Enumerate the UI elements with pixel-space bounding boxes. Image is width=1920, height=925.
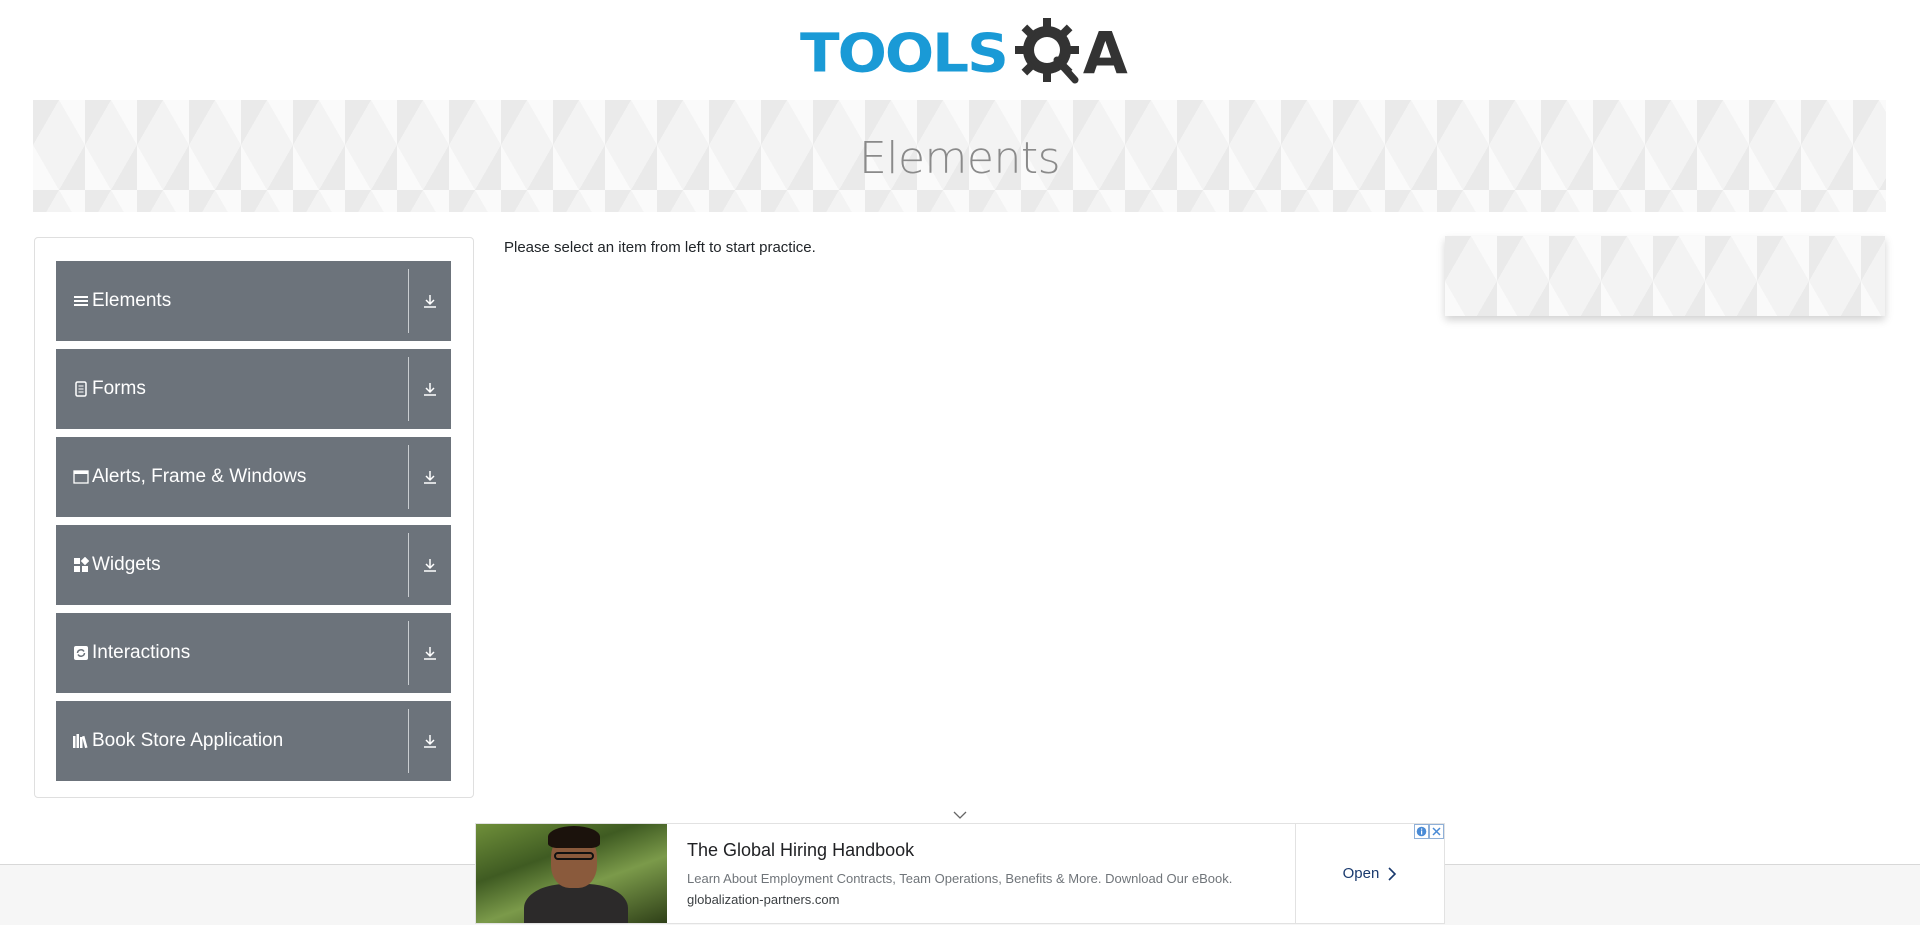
download-icon[interactable] bbox=[409, 701, 451, 781]
left-nav-panel: Elements Forms Alerts, Frame & Windows W… bbox=[34, 237, 474, 798]
practice-instruction: Please select an item from left to start… bbox=[504, 239, 816, 256]
document-icon bbox=[72, 380, 90, 398]
ad-domain[interactable]: globalization-partners.com bbox=[687, 892, 1295, 907]
logo-tools-text: TOOLS bbox=[800, 21, 1009, 85]
download-icon[interactable] bbox=[409, 525, 451, 605]
group-label: Elements bbox=[92, 290, 172, 311]
collapse-ad-chevron-icon[interactable] bbox=[951, 808, 969, 820]
grid-icon bbox=[72, 556, 90, 574]
hamburger-icon bbox=[72, 292, 90, 310]
logo-qa-mark: A bbox=[1013, 16, 1128, 90]
group-label: Forms bbox=[92, 378, 146, 399]
ad-close-icon[interactable] bbox=[1429, 824, 1444, 839]
group-interactions[interactable]: Interactions bbox=[56, 613, 451, 693]
download-icon[interactable] bbox=[409, 261, 451, 341]
ad-open-label: Open bbox=[1342, 865, 1380, 882]
gear-magnifier-icon bbox=[1014, 18, 1079, 84]
refresh-icon bbox=[72, 644, 90, 662]
group-forms[interactable]: Forms bbox=[56, 349, 451, 429]
ad-person-hair bbox=[548, 826, 600, 848]
group-label: Widgets bbox=[92, 554, 161, 575]
ad-body[interactable]: The Global Hiring Handbook Learn About E… bbox=[667, 824, 1295, 923]
toolsqa-logo[interactable]: TOOLS A bbox=[800, 16, 1128, 90]
window-icon bbox=[72, 468, 90, 486]
ad-title[interactable]: The Global Hiring Handbook bbox=[687, 840, 1295, 861]
ad-person-body bbox=[524, 884, 628, 923]
bottom-advertisement[interactable]: The Global Hiring Handbook Learn About E… bbox=[475, 823, 1445, 924]
group-alerts-frame-windows[interactable]: Alerts, Frame & Windows bbox=[56, 437, 451, 517]
group-label: Interactions bbox=[92, 642, 191, 663]
download-icon[interactable] bbox=[409, 613, 451, 693]
group-label: Book Store Application bbox=[92, 730, 284, 751]
books-icon bbox=[72, 732, 90, 750]
group-label: Alerts, Frame & Windows bbox=[92, 466, 307, 487]
ad-image[interactable] bbox=[476, 824, 667, 923]
ad-person-glasses bbox=[554, 852, 594, 860]
ad-description: Learn About Employment Contracts, Team O… bbox=[687, 871, 1233, 886]
group-book-store-application[interactable]: Book Store Application bbox=[56, 701, 451, 781]
chevron-right-icon bbox=[1388, 866, 1397, 881]
ad-badges bbox=[1414, 824, 1444, 839]
right-ad-placeholder bbox=[1445, 236, 1885, 316]
page-banner: Elements bbox=[33, 100, 1886, 212]
group-elements[interactable]: Elements bbox=[56, 261, 451, 341]
ad-info-icon[interactable] bbox=[1414, 824, 1429, 839]
logo-a-text: A bbox=[1082, 19, 1128, 87]
download-icon[interactable] bbox=[409, 349, 451, 429]
group-widgets[interactable]: Widgets bbox=[56, 525, 451, 605]
download-icon[interactable] bbox=[409, 437, 451, 517]
page-title: Elements bbox=[858, 132, 1061, 184]
